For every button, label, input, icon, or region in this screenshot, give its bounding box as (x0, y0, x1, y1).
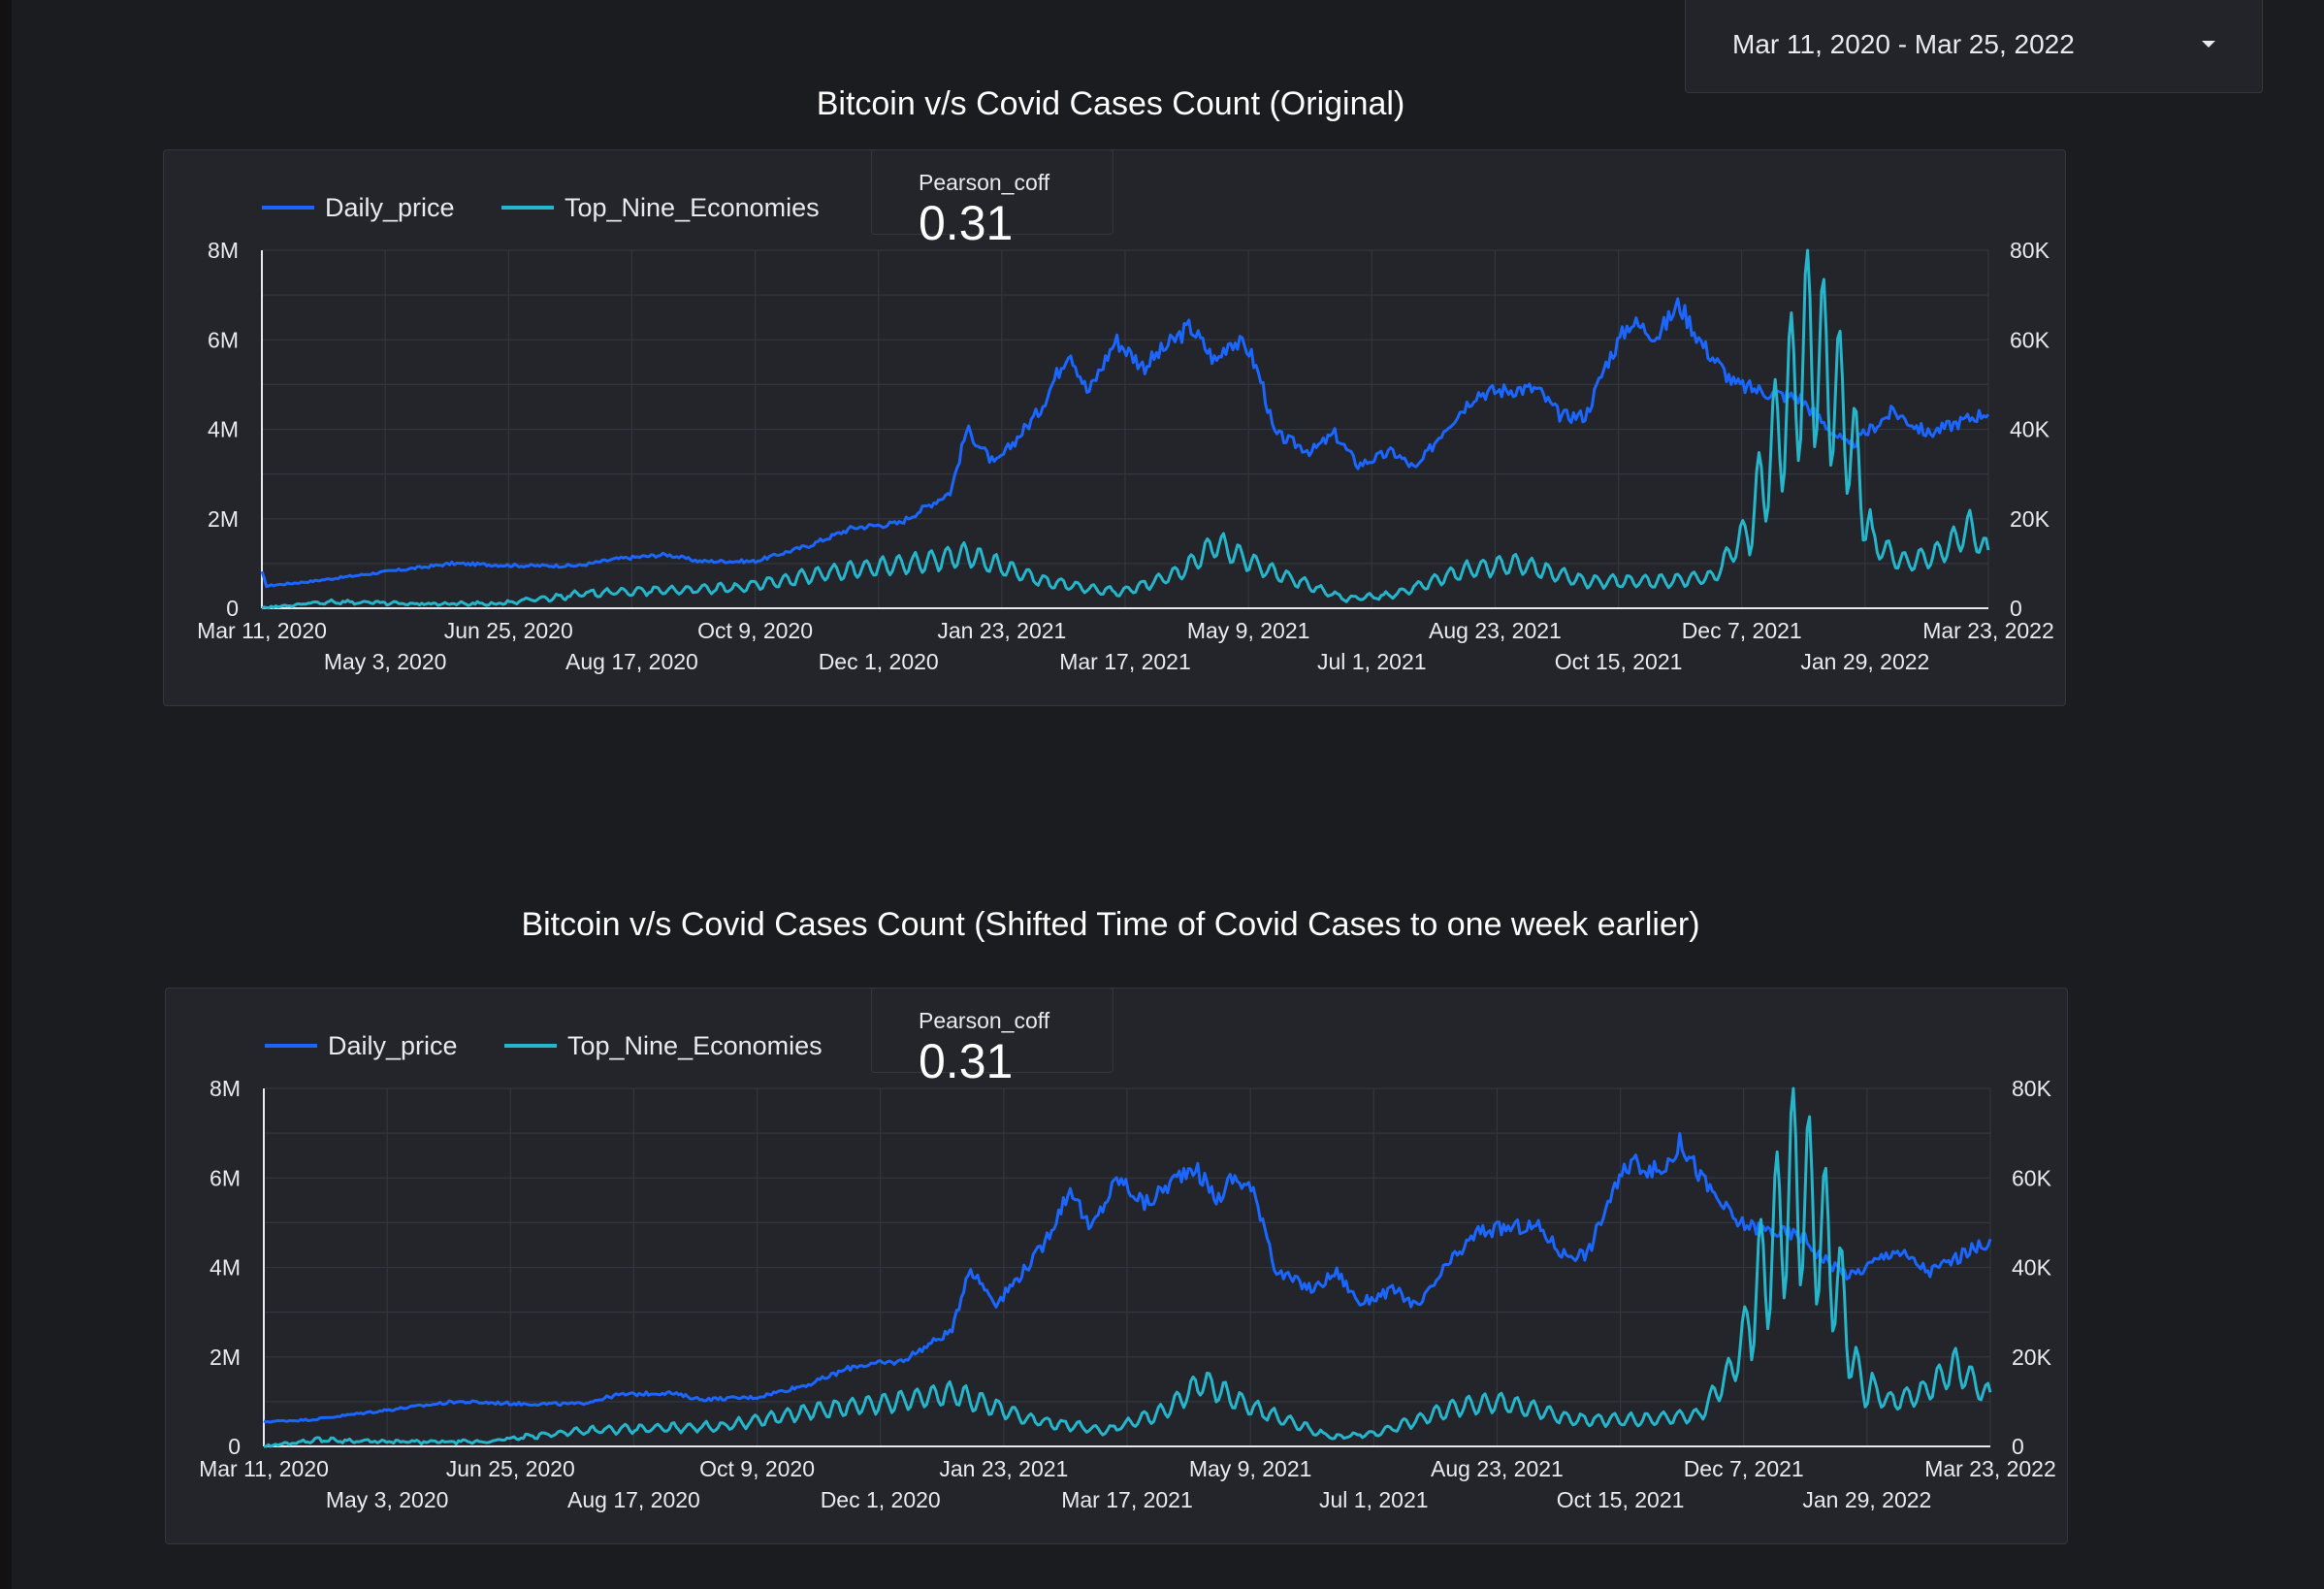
chart-panel-shifted: Mar 11, 2020 May 3, 2020 Jun 25, 2020 Aug 1… (165, 988, 2068, 1544)
chart-title-original: Bitcoin v/s Covid Cases Count (Original) (816, 85, 1405, 122)
legend-label: Top_Nine_Economies (567, 1031, 823, 1060)
kpi-value: 0.31 (919, 1034, 1014, 1088)
y-tick-label-left: 0 (228, 1434, 241, 1459)
x-tick-label: Jun 25, 2020 (444, 618, 573, 643)
y-tick-label-left: 8M (210, 1076, 241, 1101)
x-tick-label: Jul 1, 2021 (1317, 649, 1427, 674)
pearson-kpi-original: Pearson_coff 0.31 (871, 149, 1114, 250)
y-tick-label-right: 80K (2010, 238, 2050, 263)
chart-panel-original: Mar 11, 2020 May 3, 2020 Jun 25, 2020 Aug 1… (163, 149, 2066, 706)
x-tick-label: Oct 9, 2020 (697, 618, 813, 643)
x-tick-label: Jun 25, 2020 (446, 1456, 575, 1481)
x-tick-label: Oct 15, 2021 (1557, 1487, 1685, 1512)
line-chart-original: Mar 11, 2020 May 3, 2020 Jun 25, 2020 Aug 1… (197, 193, 2054, 674)
x-tick-label: Mar 11, 2020 (199, 1456, 329, 1481)
x-tick-label: Mar 17, 2021 (1061, 1487, 1193, 1512)
x-tick-label: Jan 29, 2022 (1802, 1487, 1931, 1512)
y-tick-label-right: 20K (2010, 506, 2050, 532)
x-tick-label: May 9, 2021 (1189, 1456, 1312, 1481)
y-tick-label-left: 6M (210, 1165, 241, 1190)
x-tick-label: Dec 7, 2021 (1684, 1456, 1804, 1481)
x-tick-label: May 3, 2020 (324, 649, 447, 674)
x-tick-label: Aug 23, 2021 (1431, 1456, 1564, 1481)
legend-label: Daily_price (328, 1031, 458, 1060)
chart-title-shifted: Bitcoin v/s Covid Cases Count (Shifted T… (521, 906, 1700, 943)
y-tick-label-right: 40K (2012, 1255, 2052, 1281)
y-tick-label-right: 60K (2010, 327, 2050, 352)
x-tick-label: Mar 23, 2022 (1922, 618, 2054, 643)
y-tick-label-left: 4M (208, 417, 239, 442)
kpi-value: 0.31 (919, 196, 1014, 250)
x-tick-label: Aug 17, 2020 (567, 1487, 700, 1512)
x-tick-label: Dec 1, 2020 (819, 649, 939, 674)
x-tick-label: Dec 1, 2020 (821, 1487, 941, 1512)
y-tick-label-left: 6M (208, 327, 239, 352)
legend-label: Daily_price (325, 193, 455, 222)
x-tick-label: Dec 7, 2021 (1682, 618, 1802, 643)
legend-label: Top_Nine_Economies (565, 193, 820, 222)
y-tick-label-left: 8M (208, 238, 239, 263)
left-edge (0, 0, 12, 1589)
x-tick-label: Jul 1, 2021 (1319, 1487, 1429, 1512)
y-tick-label-right: 0 (2010, 596, 2022, 621)
x-tick-label: Mar 11, 2020 (197, 618, 327, 643)
x-tick-label: May 3, 2020 (326, 1487, 449, 1512)
x-tick-label: Aug 23, 2021 (1429, 618, 1562, 643)
y-tick-label-left: 2M (210, 1345, 241, 1370)
y-tick-label-right: 80K (2012, 1076, 2052, 1101)
y-tick-label-left: 4M (210, 1255, 241, 1281)
x-tick-label: Oct 15, 2021 (1555, 649, 1683, 674)
x-tick-label: Jan 29, 2022 (1800, 649, 1929, 674)
pearson-kpi-shifted: Pearson_coff 0.31 (871, 988, 1114, 1088)
x-tick-label: Mar 23, 2022 (1924, 1456, 2056, 1481)
x-tick-label: Aug 17, 2020 (565, 649, 698, 674)
y-tick-label-right: 20K (2012, 1345, 2052, 1370)
y-tick-label-right: 40K (2010, 417, 2050, 442)
x-tick-label: Jan 23, 2021 (939, 1456, 1068, 1481)
chevron-down-icon[interactable] (2202, 41, 2215, 48)
kpi-label: Pearson_coff (919, 170, 1050, 195)
x-tick-label: May 9, 2021 (1187, 618, 1310, 643)
x-tick-label: Oct 9, 2020 (699, 1456, 815, 1481)
kpi-label: Pearson_coff (919, 1008, 1050, 1033)
x-tick-label: Mar 17, 2021 (1059, 649, 1191, 674)
date-range-picker[interactable]: Mar 11, 2020 - Mar 25, 2022 (1685, 0, 2263, 93)
x-tick-label: Jan 23, 2021 (937, 618, 1066, 643)
y-tick-label-left: 0 (226, 596, 239, 621)
line-chart-shifted: Mar 11, 2020 May 3, 2020 Jun 25, 2020 Aug 1… (199, 1031, 2056, 1512)
y-tick-label-right: 60K (2012, 1165, 2052, 1190)
y-tick-label-left: 2M (208, 506, 239, 532)
y-tick-label-right: 0 (2012, 1434, 2024, 1459)
date-range-label: Mar 11, 2020 - Mar 25, 2022 (1732, 29, 2075, 59)
